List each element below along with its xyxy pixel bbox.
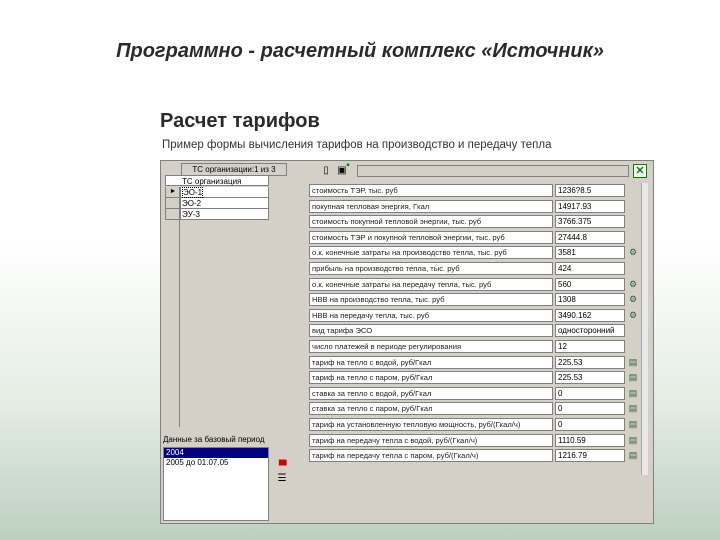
export-icon[interactable]: ▪ — [341, 159, 355, 173]
calculate-icon[interactable]: ▤ — [627, 418, 639, 431]
organization-name: ЭО-2 — [182, 199, 202, 208]
parameter-name: число платежей в периоде регулирования — [309, 339, 553, 353]
parameter-row: стоимость покупной тепловой энергии, тыс… — [309, 214, 645, 230]
organizations-panel: ТС организации:1 из 3 ТС организация ► Э… — [163, 163, 305, 431]
parameter-row: НВВ на передачу тепла, тыс. руб 3490.162 ⚙ — [309, 308, 645, 324]
organization-list: ► ЭО-1 ЭО-2 ЭУ-3 — [165, 187, 269, 220]
parameter-name: тариф на передачу тепла с паром, руб/(Гк… — [309, 449, 553, 463]
parameter-row: стоимость ТЭР, тыс. руб 1236?8.5 — [309, 183, 645, 199]
parameter-row: НВВ на производство тепла, тыс. руб 1308 ⚙ — [309, 292, 645, 308]
section-title: Расчет тарифов — [160, 110, 320, 132]
parameter-row: о.к. конечные затраты на передачу тепла,… — [309, 277, 645, 293]
period-item[interactable]: 2005 до 01.07.05 — [164, 458, 268, 468]
parameter-name: вид тарифа ЭСО — [309, 324, 553, 338]
parameter-value-field[interactable]: 3766.375 — [555, 215, 625, 229]
parameter-name: тариф на тепло с водой, руб/Гкал — [309, 355, 553, 369]
calculate-icon[interactable]: ▤ — [627, 356, 639, 369]
parameter-value-field[interactable]: 14917.93 — [555, 199, 625, 213]
parameter-value-field[interactable]: односторонний — [555, 324, 625, 338]
parameters-table: стоимость ТЭР, тыс. руб 1236?8.5 покупная … — [309, 183, 645, 464]
parameter-row: тариф на тепло с паром, руб/Гкал 225.53 ▤ — [309, 370, 645, 386]
parameter-value-field[interactable]: 0 — [555, 386, 625, 400]
parameter-row: о.к. конечные затраты на производство те… — [309, 245, 645, 261]
calculate-icon[interactable]: ▤ — [627, 434, 639, 447]
organization-row[interactable]: ЭУ-3 — [165, 209, 269, 220]
grid-divider — [179, 187, 180, 427]
parameter-name: ставка за тепло с паром, руб/Гкал — [309, 402, 553, 416]
parameter-value-field[interactable]: 424 — [555, 261, 625, 275]
toolbar-field[interactable] — [357, 165, 629, 177]
parameter-value-field[interactable]: 0 — [555, 417, 625, 431]
parameter-row: стоимость ТЭР и покупной тепловой энерги… — [309, 230, 645, 246]
parameter-name: прибыль на производство тепла, тыс. руб — [309, 261, 553, 275]
calculate-icon[interactable]: ▤ — [627, 449, 639, 462]
base-period-list[interactable]: 2004 2005 до 01.07.05 — [163, 447, 269, 521]
list-icon[interactable]: ☰ — [275, 473, 289, 485]
parameter-name: НВВ на передачу тепла, тыс. руб — [309, 308, 553, 322]
organization-column-header[interactable]: ТС организация — [165, 175, 269, 186]
document-icon[interactable]: ▯ — [319, 164, 333, 178]
slide-title: Программно - расчетный комплекс «Источни… — [116, 40, 604, 62]
parameter-value-field[interactable]: 560 — [555, 277, 625, 291]
settings-icon[interactable]: ⚙ — [627, 293, 639, 306]
period-item[interactable]: 2004 — [164, 448, 268, 458]
toolbar: ▯ ▣ ▪ ✕ — [307, 160, 651, 179]
parameter-value-field[interactable]: 1110.59 — [555, 433, 625, 447]
parameter-row: покупная тепловая энергия, Гкал 14917.93 — [309, 199, 645, 215]
parameter-row: тариф на тепло с водой, руб/Гкал 225.53 ▤ — [309, 355, 645, 371]
parameter-row: прибыль на производство тепла, тыс. руб 4… — [309, 261, 645, 277]
parameter-value-field[interactable]: 1236?8.5 — [555, 184, 625, 197]
parameter-row: тариф на передачу тепла с водой, руб/(Гк… — [309, 433, 645, 449]
parameter-row: число платежей в периоде регулирования 12 — [309, 339, 645, 355]
parameter-name: тариф на установленную тепловую мощность… — [309, 417, 553, 431]
organization-row[interactable]: ЭО-2 — [165, 198, 269, 209]
base-period-label: Данные за базовый период — [163, 435, 265, 444]
calculate-icon[interactable]: ▤ — [627, 402, 639, 415]
parameter-row: ставка за тепло с водой, руб/Гкал 0 ▤ — [309, 386, 645, 402]
parameter-value-field[interactable]: 27444.8 — [555, 230, 625, 244]
organization-name: ЭО-1 — [182, 187, 204, 198]
close-icon[interactable]: ✕ — [633, 164, 647, 178]
settings-icon[interactable]: ⚙ — [627, 309, 639, 322]
settings-icon[interactable]: ⚙ — [627, 278, 639, 291]
parameter-row: ставка за тепло с паром, руб/Гкал 0 ▤ — [309, 401, 645, 417]
parameter-value-field[interactable]: 225.53 — [555, 355, 625, 369]
parameter-row: тариф на передачу тепла с паром, руб/(Гк… — [309, 448, 645, 464]
parameter-value-field[interactable]: 3490.162 — [555, 308, 625, 322]
parameter-name: стоимость покупной тепловой энергии, тыс… — [309, 215, 553, 229]
calculate-icon[interactable]: ▤ — [627, 371, 639, 384]
parameter-name: НВВ на производство тепла, тыс. руб — [309, 293, 553, 307]
parameter-row: вид тарифа ЭСО односторонний — [309, 323, 645, 339]
parameter-name: ставка за тепло с водой, руб/Гкал — [309, 386, 553, 400]
parameter-name: о.к. конечные затраты на передачу тепла,… — [309, 277, 553, 291]
settings-icon[interactable]: ⚙ — [627, 246, 639, 259]
form-caption: Пример формы вычисления тарифов на произ… — [162, 139, 552, 151]
parameter-name: стоимость ТЭР и покупной тепловой энерги… — [309, 230, 553, 244]
vertical-scrollbar[interactable] — [641, 183, 648, 475]
organization-row[interactable]: ► ЭО-1 — [165, 187, 269, 198]
parameter-name: тариф на тепло с паром, руб/Гкал — [309, 371, 553, 385]
parameter-value-field[interactable]: 3581 — [555, 246, 625, 260]
parameter-name: тариф на передачу тепла с водой, руб/(Гк… — [309, 433, 553, 447]
parameter-value-field[interactable]: 1216.79 — [555, 449, 625, 463]
chart-icon[interactable]: ▗▖ — [275, 455, 290, 467]
parameter-value-field[interactable]: 225.53 — [555, 371, 625, 385]
parameter-value-field[interactable]: 0 — [555, 402, 625, 416]
tariff-form-window: ТС организации:1 из 3 ТС организация ► Э… — [160, 160, 654, 524]
parameter-name: о.к. конечные затраты на производство те… — [309, 246, 553, 260]
parameter-name: стоимость ТЭР, тыс. руб — [309, 184, 553, 197]
parameter-name: покупная тепловая энергия, Гкал — [309, 199, 553, 213]
parameter-value-field[interactable]: 12 — [555, 339, 625, 353]
calculate-icon[interactable]: ▤ — [627, 387, 639, 400]
parameter-row: тариф на установленную тепловую мощность… — [309, 417, 645, 433]
organization-name: ЭУ-3 — [182, 210, 200, 219]
parameter-value-field[interactable]: 1308 — [555, 293, 625, 307]
